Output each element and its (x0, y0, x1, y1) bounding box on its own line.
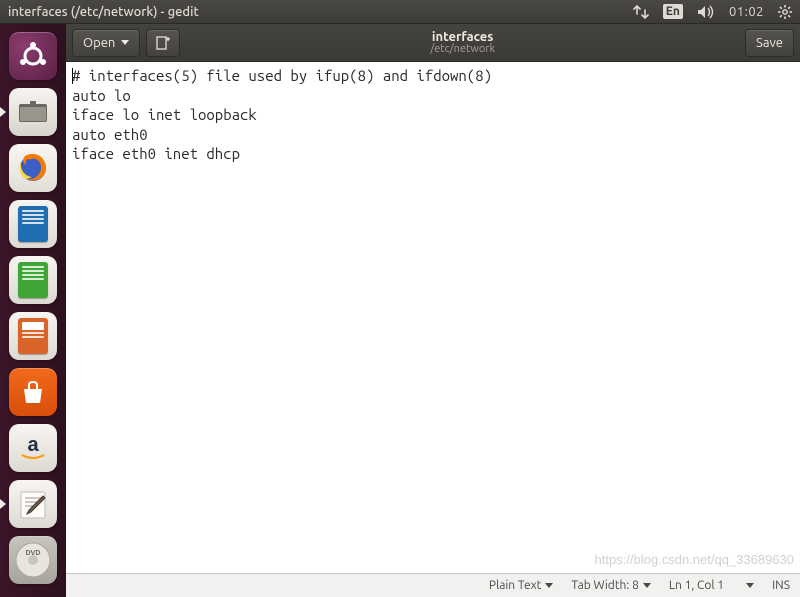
new-document-icon (155, 35, 171, 51)
insert-mode: INS (772, 579, 790, 592)
document-title-area: interfaces /etc/network (186, 30, 739, 55)
launcher-files[interactable] (7, 86, 59, 138)
chevron-down-icon (643, 583, 651, 588)
text-editor-area[interactable]: # interfaces(5) file used by ifup(8) and… (66, 62, 800, 573)
document-filename: interfaces (186, 30, 739, 44)
system-menubar: interfaces (/etc/network) - gedit En 01:… (0, 0, 800, 24)
gedit-statusbar: Plain Text Tab Width: 8 Ln 1, Col 1 INS (66, 573, 800, 597)
svg-text:a: a (27, 434, 39, 456)
tab-width-selector[interactable]: Tab Width: 8 (571, 579, 650, 592)
document-filepath: /etc/network (186, 43, 739, 55)
window-title: interfaces (/etc/network) - gedit (8, 5, 633, 19)
network-icon[interactable] (633, 5, 649, 19)
amazon-icon: a (9, 424, 57, 472)
save-button-label: Save (756, 36, 783, 50)
cursor-position: Ln 1, Col 1 (669, 579, 724, 592)
launcher-amazon[interactable]: a (7, 422, 59, 474)
syntax-label: Plain Text (489, 579, 542, 592)
chevron-down-icon (746, 583, 754, 588)
unity-launcher: a DVD (0, 24, 66, 597)
launcher-writer[interactable] (7, 198, 59, 250)
volume-icon[interactable] (697, 5, 715, 19)
calc-icon (9, 256, 57, 304)
save-button[interactable]: Save (745, 29, 794, 57)
launcher-gedit[interactable] (7, 478, 59, 530)
new-tab-button[interactable] (146, 29, 180, 57)
impress-icon (9, 312, 57, 360)
launcher-calc[interactable] (7, 254, 59, 306)
firefox-icon (9, 144, 57, 192)
launcher-disc[interactable]: DVD (7, 534, 59, 586)
syntax-selector[interactable]: Plain Text (489, 579, 554, 592)
keyboard-indicator[interactable]: En (663, 4, 683, 19)
text-editor-icon (9, 480, 57, 528)
system-indicators: En 01:02 (633, 4, 792, 19)
clock[interactable]: 01:02 (729, 5, 764, 19)
tab-width-label: Tab Width: 8 (571, 579, 638, 592)
files-icon (9, 88, 57, 136)
svg-text:DVD: DVD (26, 549, 41, 557)
launcher-impress[interactable] (7, 310, 59, 362)
launcher-firefox[interactable] (7, 142, 59, 194)
chevron-down-icon (545, 583, 553, 588)
writer-icon (9, 200, 57, 248)
gedit-toolbar: Open interfaces /etc/network Save (66, 24, 800, 62)
gedit-window: Open interfaces /etc/network Save # inte… (66, 24, 800, 597)
ubuntu-logo-icon (9, 32, 57, 80)
disc-icon: DVD (9, 536, 57, 584)
chevron-down-icon (121, 40, 129, 45)
cursor-position-selector[interactable]: Ln 1, Col 1 (669, 579, 754, 592)
gear-icon[interactable] (778, 5, 792, 19)
launcher-software[interactable] (7, 366, 59, 418)
open-button-label: Open (83, 36, 115, 50)
software-icon (9, 368, 57, 416)
launcher-dash[interactable] (7, 30, 59, 82)
open-button[interactable]: Open (72, 29, 140, 57)
